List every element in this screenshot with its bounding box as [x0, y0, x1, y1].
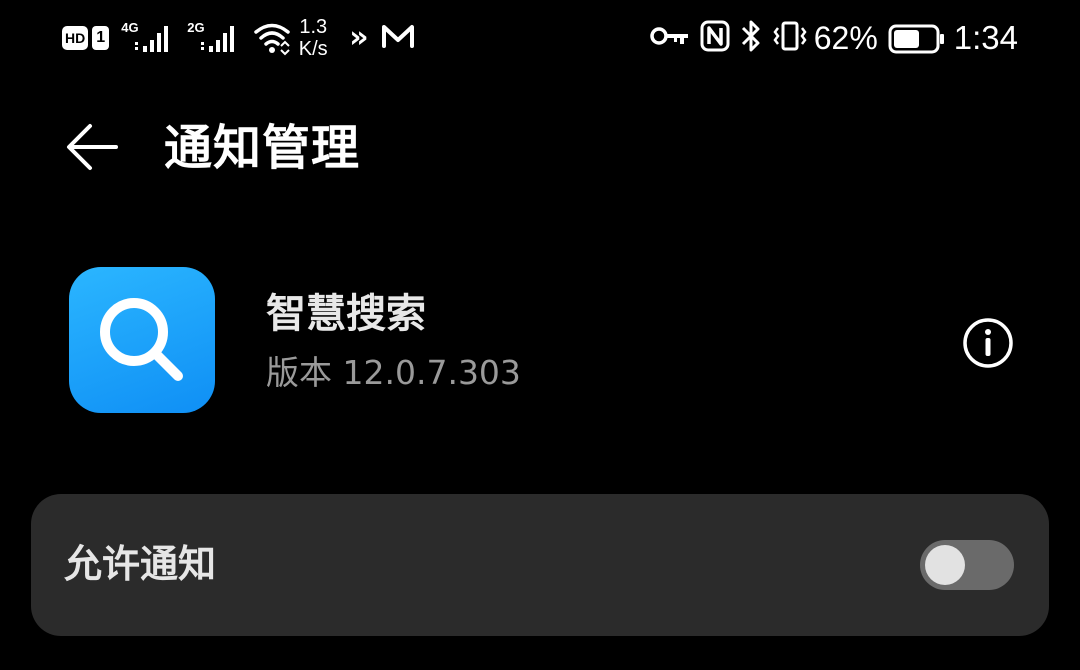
app-icon [69, 267, 215, 413]
status-bar: HD 1 4G 2G 1.3 K/s » 62% 1:34 [0, 0, 1080, 76]
allow-notifications-label: 允许通知 [64, 542, 217, 586]
status-bar-right: 62% 1:34 [640, 0, 1018, 76]
app-version: 版本 12.0.7.303 [266, 353, 521, 392]
signal-2g-icon: 2G [187, 20, 241, 56]
bluetooth-icon [740, 19, 762, 57]
network-speed: 1.3 K/s [291, 16, 335, 60]
page-title: 通知管理 [164, 120, 361, 176]
mail-m-icon [381, 23, 415, 53]
sim-1-icon: 1 [92, 26, 110, 50]
allow-notifications-row[interactable]: 允许通知 [31, 494, 1049, 636]
clock: 1:34 [953, 19, 1018, 56]
info-button[interactable] [960, 315, 1016, 371]
status-bar-left: HD 1 4G 2G 1.3 K/s » [62, 0, 415, 76]
hd-icon: HD [62, 26, 89, 50]
more-notifications-icon: » [349, 20, 369, 55]
battery-percent: 62% [813, 19, 878, 56]
allow-notifications-toggle[interactable] [920, 540, 1014, 590]
signal-4g-icon: 4G [121, 20, 175, 56]
battery-icon [888, 24, 944, 54]
app-name: 智慧搜索 [266, 291, 426, 337]
info-icon [963, 318, 1013, 368]
key-icon [649, 24, 690, 52]
nfc-icon [700, 20, 730, 56]
search-icon [100, 298, 183, 381]
wifi-icon [253, 20, 291, 56]
network-speed-unit: K/s [298, 38, 328, 60]
network-speed-value: 1.3 [299, 16, 328, 38]
vibrate-icon [772, 21, 808, 55]
toggle-knob [925, 545, 965, 585]
back-button[interactable] [62, 117, 122, 177]
back-arrow-icon [67, 124, 118, 170]
